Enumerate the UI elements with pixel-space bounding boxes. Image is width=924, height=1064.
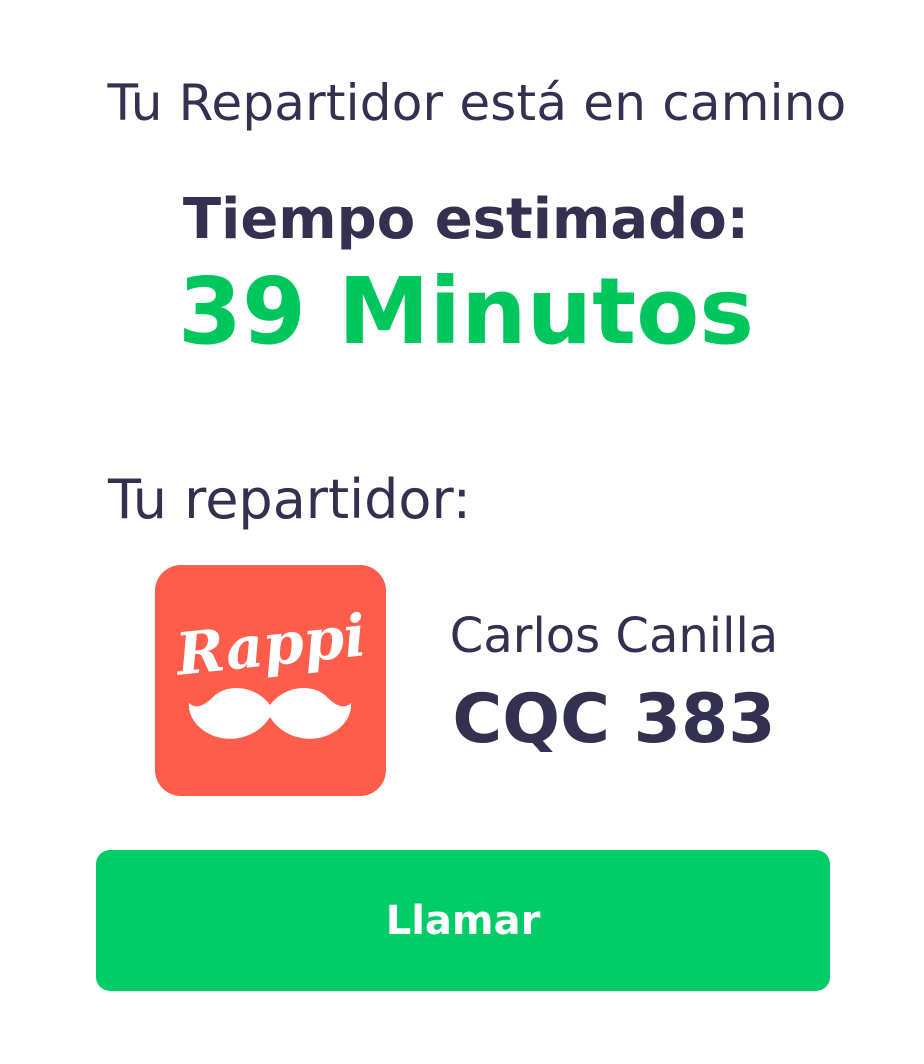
rappi-logo-icon: Rappi <box>155 565 386 796</box>
delivery-status-heading: Tu Repartidor está en camino <box>107 74 847 132</box>
courier-section-label: Tu repartidor: <box>108 468 471 531</box>
courier-name: Carlos Canilla <box>449 608 779 664</box>
estimated-time-label: Tiempo estimado: <box>182 187 750 252</box>
call-button[interactable]: Llamar <box>96 850 830 991</box>
estimated-time-value: 39 Minutos <box>177 258 755 365</box>
vehicle-plate: CQC 383 <box>452 680 776 759</box>
